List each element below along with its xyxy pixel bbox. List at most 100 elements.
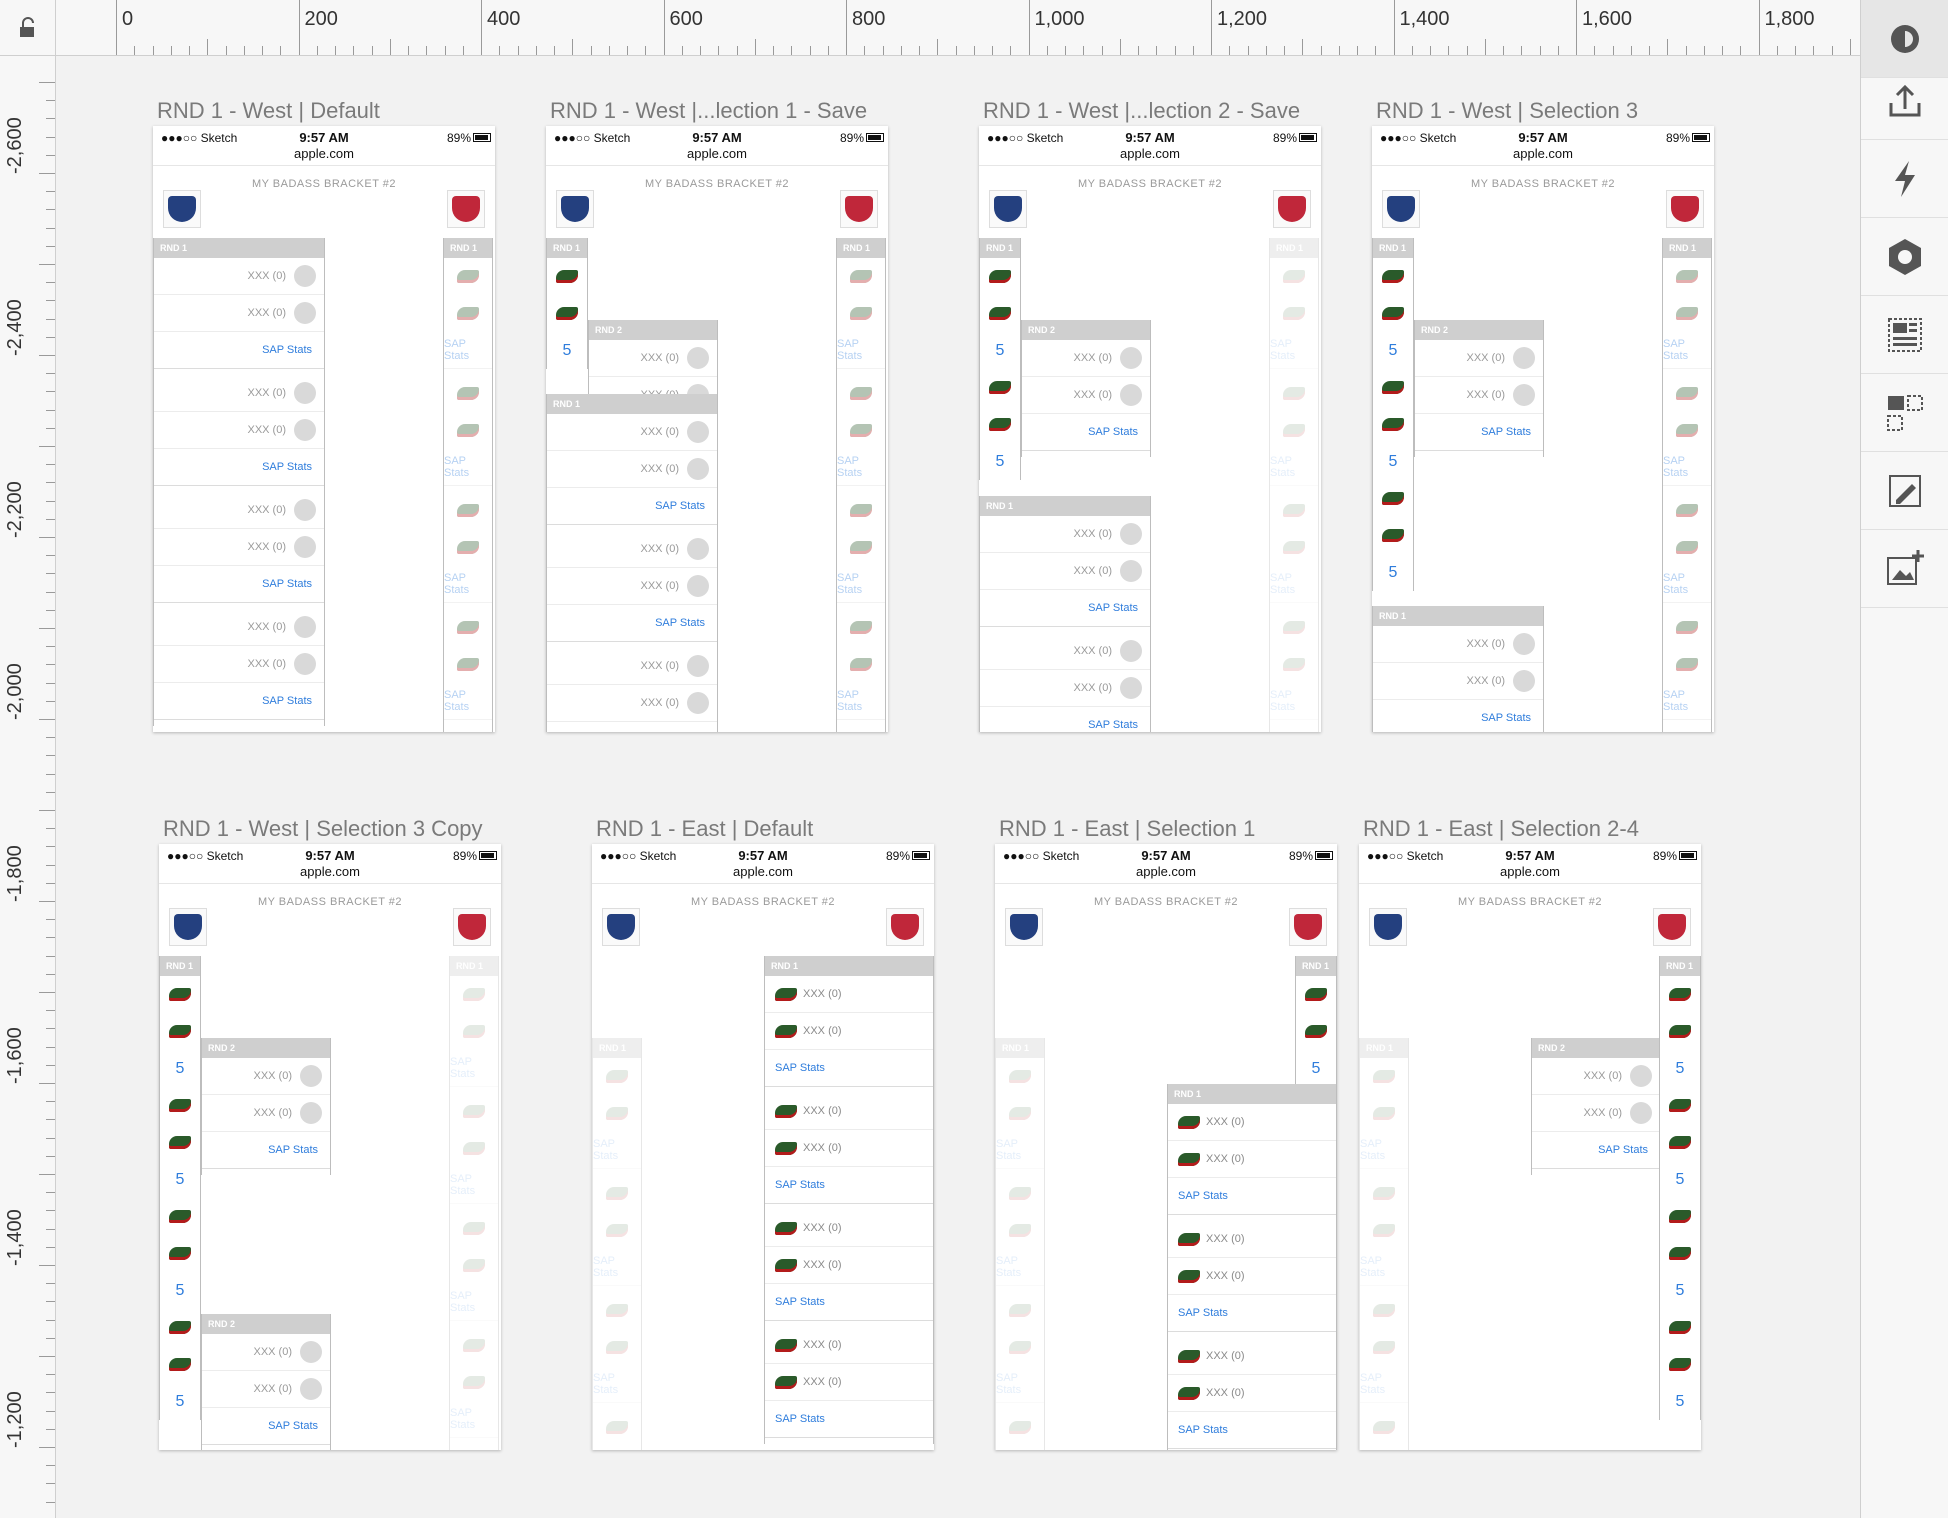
- artboard-title[interactable]: RND 1 - East | Selection 1: [999, 816, 1255, 842]
- matchup-row[interactable]: XXX (0): [589, 340, 717, 377]
- matchup-row[interactable]: XXX (0): [1168, 1338, 1336, 1375]
- edit-artboard-icon[interactable]: [1861, 452, 1948, 530]
- sap-stats-link[interactable]: SAP Stats: [765, 1167, 933, 1204]
- select-circle[interactable]: [687, 655, 709, 677]
- pick-row[interactable]: [837, 375, 885, 412]
- select-circle[interactable]: [300, 1378, 322, 1400]
- pick-row[interactable]: [593, 1175, 641, 1212]
- pick-row[interactable]: [996, 1095, 1044, 1132]
- select-circle[interactable]: [687, 347, 709, 369]
- select-circle[interactable]: [687, 458, 709, 480]
- pick-row[interactable]: 5: [160, 1050, 200, 1087]
- matchup-row[interactable]: XXX (0): [547, 414, 717, 451]
- pick-row[interactable]: [450, 1130, 498, 1167]
- matchup-row[interactable]: XXX (0): [765, 1247, 933, 1284]
- matchup-row[interactable]: XXX (0): [154, 609, 324, 646]
- matchup-row[interactable]: XXX (0): [154, 258, 324, 295]
- sap-stats-link[interactable]: SAP Stats: [450, 1401, 498, 1438]
- sap-stats-link[interactable]: SAP Stats: [837, 332, 885, 369]
- artboard[interactable]: ●●●○○ Sketch 9:57 AM apple.com 89% MY BADASS…: [979, 126, 1321, 732]
- pick-row[interactable]: [160, 1087, 200, 1124]
- sap-stats-link[interactable]: SAP Stats: [444, 449, 492, 486]
- artboard[interactable]: ●●●○○ Sketch 9:57 AM apple.com 89% MY BADASS…: [1372, 126, 1714, 732]
- select-circle[interactable]: [1120, 384, 1142, 406]
- sap-stats-link[interactable]: SAP Stats: [1415, 414, 1543, 451]
- pick-row[interactable]: [1360, 1409, 1408, 1446]
- select-circle[interactable]: [1513, 670, 1535, 692]
- pick-row[interactable]: [1360, 1212, 1408, 1249]
- sap-stats-link[interactable]: SAP Stats: [154, 332, 324, 369]
- pick-row[interactable]: [1660, 1013, 1700, 1050]
- sap-stats-link[interactable]: SAP Stats: [450, 1050, 498, 1087]
- matchup-row[interactable]: XXX (0): [1022, 377, 1150, 414]
- pick-row[interactable]: [1660, 1235, 1700, 1272]
- pick-row[interactable]: [837, 412, 885, 449]
- selection-icon[interactable]: [1861, 374, 1948, 452]
- sap-stats-link[interactable]: SAP Stats: [547, 488, 717, 525]
- sap-stats-link[interactable]: SAP Stats: [547, 722, 717, 732]
- pick-row[interactable]: [837, 295, 885, 332]
- pick-row[interactable]: [1663, 492, 1711, 529]
- select-circle[interactable]: [294, 419, 316, 441]
- sap-stats-link[interactable]: SAP Stats: [154, 566, 324, 603]
- pick-row[interactable]: [1270, 412, 1318, 449]
- pick-row[interactable]: 5: [1660, 1272, 1700, 1309]
- pick-row[interactable]: [1270, 375, 1318, 412]
- sap-stats-link[interactable]: SAP Stats: [1270, 332, 1318, 369]
- pick-row[interactable]: [1373, 406, 1413, 443]
- artboard[interactable]: ●●●○○ Sketch 9:57 AM apple.com 89% MY BADASS…: [546, 126, 888, 732]
- pick-row[interactable]: [160, 1013, 200, 1050]
- pick-row[interactable]: [1270, 295, 1318, 332]
- eastern-conference-logo[interactable]: [840, 190, 878, 228]
- pick-row[interactable]: [160, 1346, 200, 1383]
- artboard-title[interactable]: RND 1 - West |...lection 1 - Save: [550, 98, 867, 124]
- pick-row[interactable]: [160, 1309, 200, 1346]
- artboard-title[interactable]: RND 1 - West | Selection 3 Copy: [163, 816, 483, 842]
- select-circle[interactable]: [300, 1065, 322, 1087]
- select-circle[interactable]: [1513, 633, 1535, 655]
- artboard-title[interactable]: RND 1 - West | Default: [157, 98, 380, 124]
- pick-row[interactable]: [593, 1446, 641, 1450]
- vertical-ruler[interactable]: -2,600 -2,400 -2,200 -2,000 -1,800 -1,600 -1,4…: [0, 56, 56, 1518]
- matchup-row[interactable]: XXX (0): [980, 633, 1150, 670]
- pick-row[interactable]: 5: [1660, 1383, 1700, 1420]
- artboard[interactable]: ●●●○○ Sketch 9:57 AM apple.com 89% MY BADASS…: [1359, 844, 1701, 1450]
- western-conference-logo[interactable]: [1369, 908, 1407, 946]
- pick-row[interactable]: [444, 258, 492, 295]
- pick-row[interactable]: 5: [1660, 1161, 1700, 1198]
- lock-open-icon[interactable]: [0, 0, 56, 56]
- select-circle[interactable]: [1630, 1065, 1652, 1087]
- matchup-row[interactable]: XXX (0): [154, 295, 324, 332]
- matchup-row[interactable]: XXX (0): [547, 685, 717, 722]
- sap-stats-link[interactable]: SAP Stats: [1168, 1178, 1336, 1215]
- pick-row[interactable]: [1270, 529, 1318, 566]
- sap-stats-link[interactable]: SAP Stats: [593, 1366, 641, 1403]
- western-conference-logo[interactable]: [1005, 908, 1043, 946]
- sap-stats-link[interactable]: SAP Stats: [547, 605, 717, 642]
- pick-row[interactable]: [996, 1175, 1044, 1212]
- matchup-row[interactable]: XXX (0): [1168, 1141, 1336, 1178]
- eastern-conference-logo[interactable]: [447, 190, 485, 228]
- sap-stats-link[interactable]: SAP Stats: [444, 332, 492, 369]
- pick-row[interactable]: [1373, 480, 1413, 517]
- select-circle[interactable]: [1120, 347, 1142, 369]
- sap-stats-link[interactable]: SAP Stats: [1360, 1132, 1408, 1169]
- matchup-row[interactable]: XXX (0): [765, 1364, 933, 1401]
- sap-stats-link[interactable]: SAP Stats: [1168, 1412, 1336, 1449]
- matchup-row[interactable]: XXX (0): [547, 531, 717, 568]
- matchup-row[interactable]: XXX (0): [547, 568, 717, 605]
- sap-stats-link[interactable]: SAP Stats: [837, 683, 885, 720]
- pick-row[interactable]: [160, 976, 200, 1013]
- pick-row[interactable]: [450, 1013, 498, 1050]
- select-circle[interactable]: [1120, 523, 1142, 545]
- sap-stats-link[interactable]: SAP Stats: [1663, 449, 1711, 486]
- select-circle[interactable]: [1513, 347, 1535, 369]
- pick-row[interactable]: [1360, 1292, 1408, 1329]
- western-conference-logo[interactable]: [602, 908, 640, 946]
- matchup-row[interactable]: XXX (0): [765, 1210, 933, 1247]
- eastern-conference-logo[interactable]: [1653, 908, 1691, 946]
- select-circle[interactable]: [687, 575, 709, 597]
- pick-row[interactable]: [593, 1409, 641, 1446]
- canvas[interactable]: RND 1 - West | Default ●●●○○ Sketch 9:57 A…: [56, 56, 1860, 1518]
- sap-stats-link[interactable]: SAP Stats: [980, 590, 1150, 627]
